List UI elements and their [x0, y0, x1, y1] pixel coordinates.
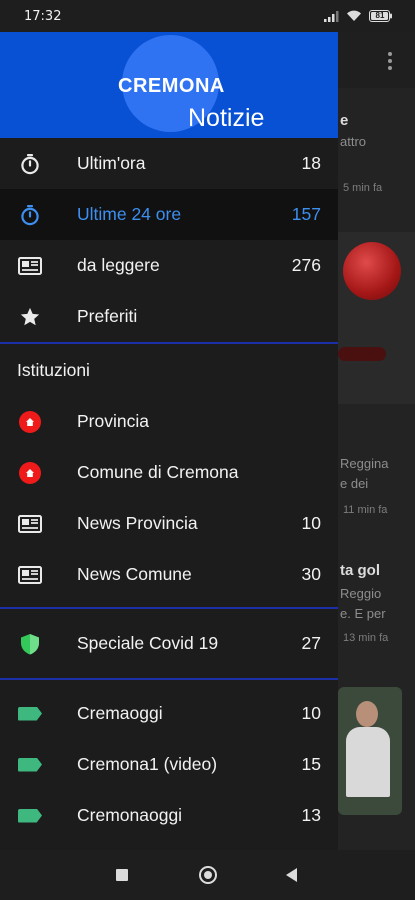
drawer-item-label: Cremonaoggi [77, 805, 183, 825]
wifi-icon [346, 10, 362, 22]
background-text-fragment: ta gol [340, 562, 380, 579]
back-button[interactable] [286, 868, 297, 882]
news-thumbnail[interactable] [338, 687, 402, 815]
drawer-item-cremona1-video[interactable]: Cremona1 (video) 15 [0, 739, 338, 790]
logo-title: CREMONA [118, 75, 225, 97]
special-menu: Speciale Covid 19 27 [0, 609, 338, 678]
drawer-item-count: 157 [291, 204, 321, 224]
status-icons: 81 [324, 10, 393, 22]
status-bar: 17:32 81 [0, 0, 415, 32]
drawer-item-count: 18 [301, 153, 321, 173]
drawer-item-da-leggere[interactable]: da leggere 276 [0, 240, 338, 291]
background-text-fragment: e dei [340, 476, 369, 491]
news-thumbnail[interactable] [338, 232, 415, 404]
drawer-item-ultim-ora[interactable]: Ultim'ora 18 [0, 138, 338, 189]
drawer-item-label: Ultime 24 ore [77, 204, 182, 224]
recents-button[interactable] [116, 869, 128, 881]
drawer-item-preferiti[interactable]: Preferiti [0, 291, 338, 342]
drawer-item-count: 15 [301, 754, 321, 774]
drawer-item-label: Preferiti [77, 306, 138, 326]
tag-icon [18, 702, 42, 726]
drawer-item-speciale-covid-19[interactable]: Speciale Covid 19 27 [0, 618, 338, 669]
battery-level: 81 [375, 11, 385, 20]
drawer-item-count: 276 [291, 255, 321, 275]
background-text-fragment: Reggina [340, 456, 389, 471]
drawer-item-news-comune[interactable]: News Comune 30 [0, 549, 338, 600]
drawer-item-label: Ultim'ora [77, 153, 146, 173]
drawer-item-comune-di-cremona[interactable]: Comune di Cremona [0, 447, 338, 498]
system-navigation-bar [0, 850, 415, 900]
drawer-item-label: Comune di Cremona [77, 462, 239, 482]
background-text-fragment: e [340, 112, 349, 129]
drawer-item-count: 10 [301, 703, 321, 723]
background-text-fragment: 5 min fa [343, 182, 383, 194]
logo-subtitle: Notizie [188, 104, 265, 132]
background-text-fragment: e. E per [340, 606, 386, 621]
drawer-item-label: Cremaoggi [77, 703, 163, 723]
section-header-istituzioni: Istituzioni [17, 359, 90, 380]
drawer-item-provincia[interactable]: Provincia [0, 396, 338, 447]
sources-menu: Cremaoggi 10 Cremona1 (video) 15 Cremonaoggi… [0, 680, 338, 841]
drawer-item-news-provincia[interactable]: News Provincia 10 [0, 498, 338, 549]
navigation-drawer: CREMONA Notizie Ultim'ora 18 Ultime 24 ore… [0, 32, 338, 850]
drawer-item-label: Speciale Covid 19 [77, 633, 219, 653]
stopwatch-icon [18, 152, 42, 176]
drawer-item-count: 10 [301, 513, 321, 533]
drawer-item-label: da leggere [77, 255, 160, 275]
drawer-item-count: 30 [301, 564, 321, 584]
signal-icon [324, 10, 339, 22]
star-icon [18, 305, 42, 329]
background-text-fragment: 13 min fa [343, 632, 389, 644]
status-time: 17:32 [24, 8, 62, 24]
drawer-item-label: News Provincia [77, 513, 198, 533]
drawer-item-cremonaoggi[interactable]: Cremonaoggi 13 [0, 790, 338, 841]
home-icon [18, 410, 42, 434]
background-text-fragment: Reggio [340, 586, 382, 601]
stopwatch-icon [18, 203, 42, 227]
drawer-item-cremaoggi[interactable]: Cremaoggi 10 [0, 688, 338, 739]
background-text-fragment: attro [340, 134, 367, 149]
tag-icon [18, 804, 42, 828]
drawer-item-ultime-24-ore[interactable]: Ultime 24 ore 157 [0, 189, 338, 240]
drawer-item-label: Provincia [77, 411, 149, 431]
drawer-item-count: 27 [301, 633, 321, 653]
battery-icon: 81 [369, 10, 393, 22]
home-button[interactable] [199, 866, 217, 884]
newspaper-icon [18, 563, 42, 587]
main-menu: Ultim'ora 18 Ultime 24 ore 157 da leggere 276… [0, 138, 338, 342]
home-icon [18, 461, 42, 485]
tag-icon [18, 753, 42, 777]
newspaper-icon [18, 254, 42, 278]
institutions-menu: Provincia Comune di Cremona News Provincia… [0, 396, 338, 600]
overflow-menu-icon[interactable] [387, 52, 393, 73]
newspaper-icon [18, 512, 42, 536]
drawer-item-count: 13 [301, 805, 321, 825]
drawer-item-label: News Comune [77, 564, 192, 584]
background-text-fragment: 11 min fa [343, 504, 388, 516]
drawer-header: CREMONA Notizie [0, 32, 338, 138]
drawer-item-label: Cremona1 (video) [77, 754, 218, 774]
shield-icon [18, 632, 42, 656]
